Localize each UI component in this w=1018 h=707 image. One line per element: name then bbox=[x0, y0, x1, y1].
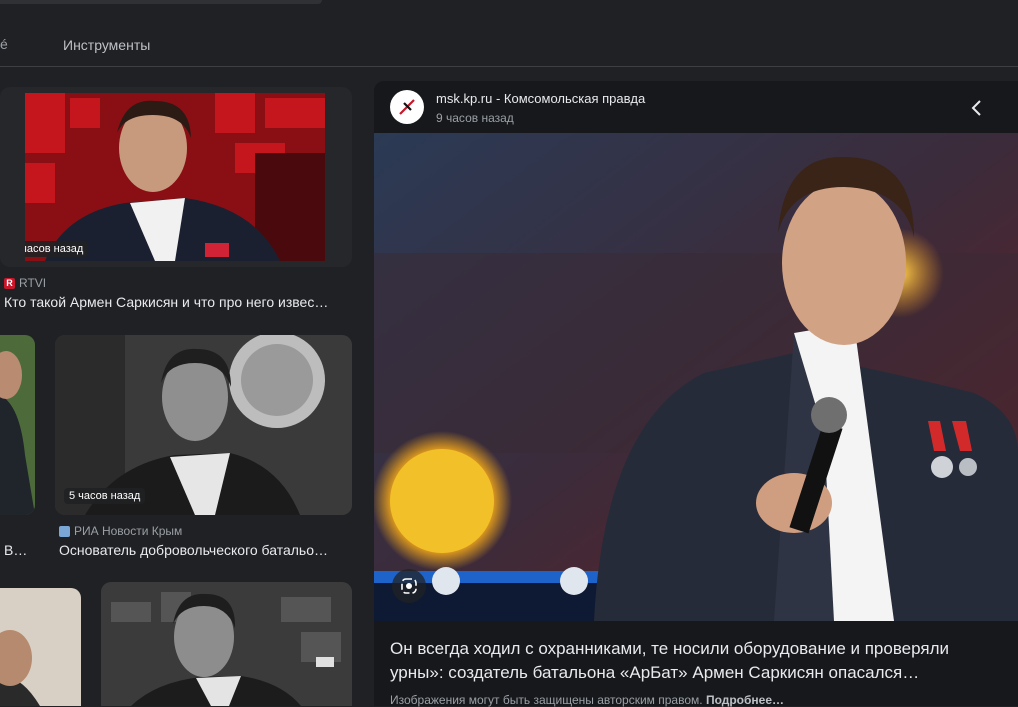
speaker-with-microphone-image bbox=[374, 133, 1018, 621]
source-name: РИА Новости Крым bbox=[74, 524, 183, 538]
tools-tab[interactable]: Инструменты bbox=[63, 37, 150, 53]
lens-icon[interactable] bbox=[392, 569, 426, 603]
panel-main-image[interactable] bbox=[374, 133, 1018, 621]
result-card-3[interactable]: 5 часов назад bbox=[55, 335, 352, 515]
result-title-3[interactable]: Основатель добровольческого батальо… bbox=[59, 542, 349, 558]
partial-thumbnail bbox=[0, 588, 81, 706]
preview-panel: msk.kp.ru - Комсомольская правда 9 часов… bbox=[374, 81, 1018, 707]
result-card-5[interactable] bbox=[101, 582, 352, 706]
panel-time: 9 часов назад bbox=[436, 111, 514, 125]
man-in-suit-image bbox=[25, 93, 325, 261]
tab-partial[interactable]: é bbox=[0, 36, 8, 52]
source-rtvi[interactable]: R RTVI bbox=[4, 276, 46, 290]
time-badge: 5 часов назад bbox=[64, 488, 146, 504]
result-title-1[interactable]: Кто такой Армен Саркисян и что про него … bbox=[4, 294, 346, 310]
result-card-4[interactable] bbox=[0, 588, 81, 706]
time-badge: 6 часов назад bbox=[25, 241, 89, 257]
ria-favicon bbox=[59, 525, 70, 537]
more-link[interactable]: Подробнее… bbox=[706, 693, 784, 707]
result-card-2[interactable] bbox=[0, 335, 35, 515]
panel-site[interactable]: msk.kp.ru - Комсомольская правда bbox=[436, 91, 645, 106]
partial-thumbnail bbox=[0, 335, 35, 515]
result-title-2[interactable]: В… bbox=[4, 542, 34, 558]
rtvi-favicon: R bbox=[4, 277, 15, 289]
result-thumbnail-1[interactable]: 6 часов назад bbox=[25, 93, 325, 261]
panel-article-title[interactable]: Он всегда ходил с охранниками, те носили… bbox=[390, 637, 1000, 685]
copyright-notice: Изображения могут быть защищены авторски… bbox=[390, 693, 784, 707]
copyright-text: Изображения могут быть защищены авторски… bbox=[390, 693, 703, 707]
top-bar: é Инструменты bbox=[0, 0, 1018, 66]
kp-logo-icon[interactable] bbox=[390, 90, 424, 124]
source-ria[interactable]: РИА Новости Крым bbox=[59, 524, 182, 538]
back-chevron-icon[interactable] bbox=[966, 97, 988, 119]
search-box-edge[interactable] bbox=[0, 0, 322, 4]
source-name: RTVI bbox=[19, 276, 47, 290]
bw-portrait-image bbox=[101, 582, 352, 706]
divider bbox=[0, 66, 1018, 67]
result-card-1[interactable]: 6 часов назад bbox=[0, 87, 352, 267]
